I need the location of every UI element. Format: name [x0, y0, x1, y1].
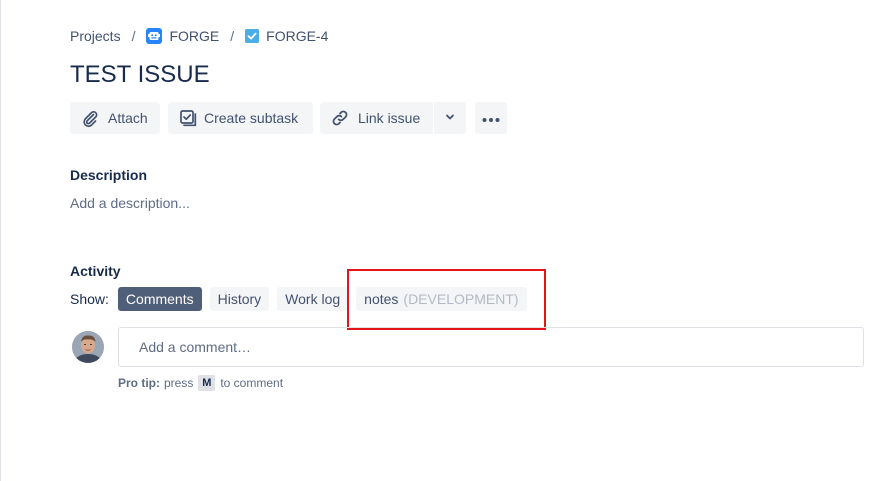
link-icon — [328, 106, 352, 130]
chevron-down-icon — [444, 110, 456, 126]
checkbox-icon — [176, 106, 200, 130]
pro-tip-text-before: press — [164, 376, 194, 390]
breadcrumb-separator: / — [230, 28, 235, 44]
issue-title[interactable]: TEST ISSUE — [70, 60, 210, 90]
filter-work-log-button[interactable]: Work log — [277, 287, 349, 311]
filter-notes-button[interactable]: notes (DEVELOPMENT) — [356, 287, 527, 311]
attach-button[interactable]: Attach — [70, 102, 160, 134]
issue-toolbar: Attach Create subtask Link issue — [70, 102, 507, 134]
breadcrumb-project[interactable]: FORGE — [146, 28, 219, 44]
paperclip-icon — [78, 106, 102, 130]
pro-tip-label: Pro tip: — [118, 376, 160, 390]
filter-history-button[interactable]: History — [209, 287, 270, 311]
filter-comments-button[interactable]: Comments — [117, 287, 202, 311]
link-issue-button[interactable]: Link issue — [320, 102, 433, 134]
show-label: Show: — [70, 291, 109, 307]
development-tag: (DEVELOPMENT) — [403, 291, 519, 307]
create-subtask-button-label: Create subtask — [204, 110, 299, 126]
project-avatar-icon — [146, 28, 163, 44]
task-type-icon — [245, 29, 260, 43]
attach-button-label: Attach — [108, 110, 148, 126]
pro-tip-text-after: to comment — [220, 376, 284, 390]
user-avatar-icon — [72, 331, 104, 363]
link-issue-dropdown-button[interactable] — [434, 102, 466, 134]
breadcrumb-projects[interactable]: Projects — [70, 28, 121, 44]
filter-notes-label: notes — [364, 291, 399, 307]
breadcrumb-project-label: FORGE — [169, 28, 220, 44]
pro-tip: Pro tip: press M to comment — [118, 375, 283, 391]
description-heading: Description — [70, 167, 148, 183]
breadcrumb-issue[interactable]: FORGE-4 — [245, 28, 328, 44]
link-issue-button-label: Link issue — [358, 110, 421, 126]
description-field[interactable]: Add a description... — [70, 195, 190, 211]
breadcrumb: Projects / FORGE / FORGE-4 — [70, 27, 328, 45]
activity-filter-bar: Show: Comments History Work log notes (D… — [70, 287, 535, 311]
more-icon — [481, 110, 501, 126]
issue-view: Projects / FORGE / FORGE-4 TEST ISSUE At… — [0, 0, 896, 481]
breadcrumb-separator: / — [131, 28, 136, 44]
create-subtask-button[interactable]: Create subtask — [168, 102, 313, 134]
user-avatar — [72, 331, 104, 363]
more-actions-button[interactable] — [475, 102, 507, 134]
comment-input[interactable]: Add a comment… — [118, 327, 864, 367]
keyboard-shortcut-key: M — [198, 375, 216, 391]
activity-heading: Activity — [70, 263, 121, 279]
breadcrumb-issue-label: FORGE-4 — [266, 28, 329, 44]
